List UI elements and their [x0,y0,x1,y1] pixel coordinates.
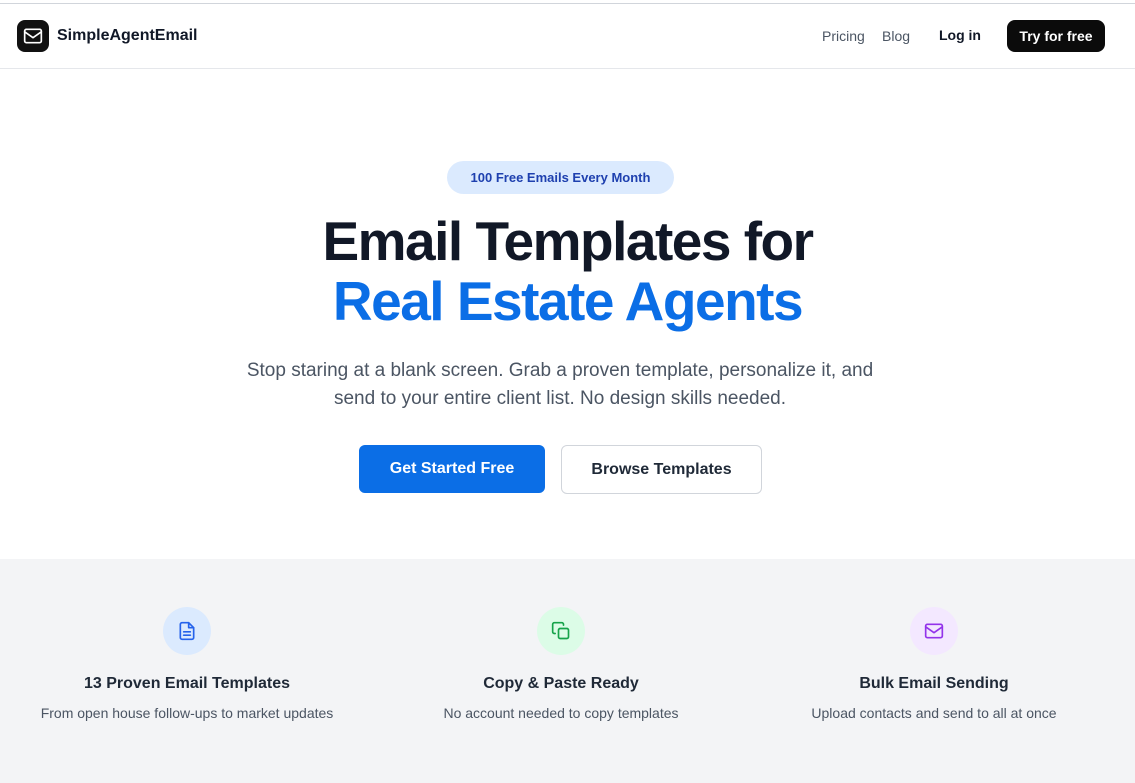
feature-title: Copy & Paste Ready [483,675,639,692]
mail-logo-icon [17,20,49,52]
hero-title-line2: Real Estate Agents [332,270,804,332]
hero-section: 100 Free Emails Every Month Email Templa… [0,69,1135,559]
feature-description: Upload contacts and send to all at once [811,705,1057,721]
document-icon [163,607,211,655]
free-emails-badge: 100 Free Emails Every Month [447,161,674,194]
try-for-free-button[interactable]: Try for free [1007,20,1105,52]
brand-name: SimpleAgentEmail [57,27,198,44]
hero-title: Email Templates for Real Estate Agents [0,211,1135,331]
feature-title: 13 Proven Email Templates [83,675,290,692]
feature-title: Bulk Email Sending [859,675,1009,692]
browse-templates-button[interactable]: Browse Templates [561,445,762,494]
brand-logo[interactable]: SimpleAgentEmail [17,20,197,52]
login-link[interactable]: Log in [939,27,981,43]
features-section: 13 Proven Email Templates From open hous… [0,559,1135,783]
feature-bulk-send: Bulk Email Sending Upload contacts and s… [747,607,1121,721]
mail-icon [910,607,958,655]
get-started-button[interactable]: Get Started Free [359,445,545,493]
feature-description: No account needed to copy templates [443,705,679,721]
hero-title-line1: Email Templates for [322,210,814,272]
feature-templates: 13 Proven Email Templates From open hous… [0,607,374,721]
nav-link-pricing[interactable]: Pricing [822,28,865,44]
copy-icon [537,607,585,655]
top-navbar: SimpleAgentEmail Pricing Blog Log in Try… [0,4,1135,69]
feature-copy-paste: Copy & Paste Ready No account needed to … [374,607,748,721]
feature-description: From open house follow-ups to market upd… [40,705,334,721]
hero-subtitle: Stop staring at a blank screen. Grab a p… [246,360,874,409]
nav-link-blog[interactable]: Blog [882,28,910,44]
